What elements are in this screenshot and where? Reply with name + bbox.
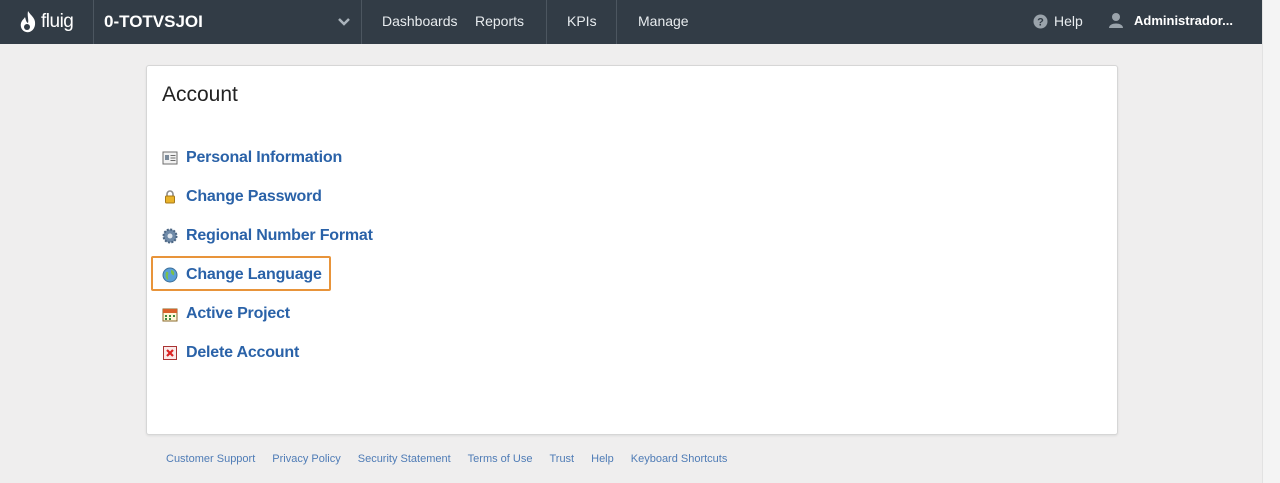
account-panel: Account Personal Information Change Pass… xyxy=(146,65,1118,435)
nav-manage[interactable]: Manage xyxy=(638,0,689,44)
help-link[interactable]: ? Help xyxy=(1033,13,1083,29)
globe-icon xyxy=(162,267,178,282)
help-label: Help xyxy=(1054,13,1083,29)
top-navigation-bar: fluig 0-TOTVSJOI Dashboards Reports KPIs… xyxy=(0,0,1262,44)
footer-terms-of-use[interactable]: Terms of Use xyxy=(468,453,533,465)
footer-links: Customer Support Privacy Policy Security… xyxy=(166,453,727,465)
divider xyxy=(616,0,617,44)
regional-number-format-link[interactable]: Regional Number Format xyxy=(162,216,373,255)
fluig-logo[interactable]: fluig xyxy=(18,9,74,35)
id-card-icon xyxy=(162,151,178,164)
footer-trust[interactable]: Trust xyxy=(549,453,574,465)
footer-security-statement[interactable]: Security Statement xyxy=(358,453,451,465)
flame-icon xyxy=(20,11,36,33)
link-label: Personal Information xyxy=(186,148,343,166)
active-project-link[interactable]: Active Project xyxy=(162,294,373,333)
footer-keyboard-shortcuts[interactable]: Keyboard Shortcuts xyxy=(631,453,728,465)
user-icon xyxy=(1109,13,1123,28)
svg-text:?: ? xyxy=(1037,16,1044,28)
account-links: Personal Information Change Password Reg… xyxy=(151,138,373,372)
link-label: Delete Account xyxy=(186,343,300,361)
personal-information-link[interactable]: Personal Information xyxy=(162,138,373,177)
change-language-link[interactable]: Change Language xyxy=(151,255,373,294)
chevron-down-icon[interactable] xyxy=(336,14,352,30)
link-label: Regional Number Format xyxy=(186,226,373,244)
logo-text: fluig xyxy=(41,11,74,32)
delete-icon xyxy=(163,345,177,360)
footer-customer-support[interactable]: Customer Support xyxy=(166,453,255,465)
footer-help[interactable]: Help xyxy=(591,453,614,465)
divider xyxy=(546,0,547,44)
divider xyxy=(93,0,94,44)
page-title: Account xyxy=(162,83,238,106)
scrollbar[interactable] xyxy=(1262,0,1280,483)
delete-account-link[interactable]: Delete Account xyxy=(162,333,373,372)
nav-kpis[interactable]: KPIs xyxy=(567,0,597,44)
project-selector[interactable]: 0-TOTVSJOI xyxy=(104,0,203,44)
nav-reports[interactable]: Reports xyxy=(475,0,524,44)
user-menu[interactable]: Administrador... xyxy=(1108,12,1233,28)
link-label: Change Language xyxy=(186,265,322,283)
help-icon: ? xyxy=(1033,14,1048,28)
footer-privacy-policy[interactable]: Privacy Policy xyxy=(272,453,340,465)
gear-icon xyxy=(162,228,178,243)
lock-icon xyxy=(165,189,175,203)
link-label: Change Password xyxy=(186,187,322,205)
nav-dashboards[interactable]: Dashboards xyxy=(382,0,458,44)
change-password-link[interactable]: Change Password xyxy=(162,177,373,216)
link-label: Active Project xyxy=(186,304,290,322)
calendar-icon xyxy=(162,308,178,321)
divider xyxy=(361,0,362,44)
user-name: Administrador... xyxy=(1134,12,1233,28)
